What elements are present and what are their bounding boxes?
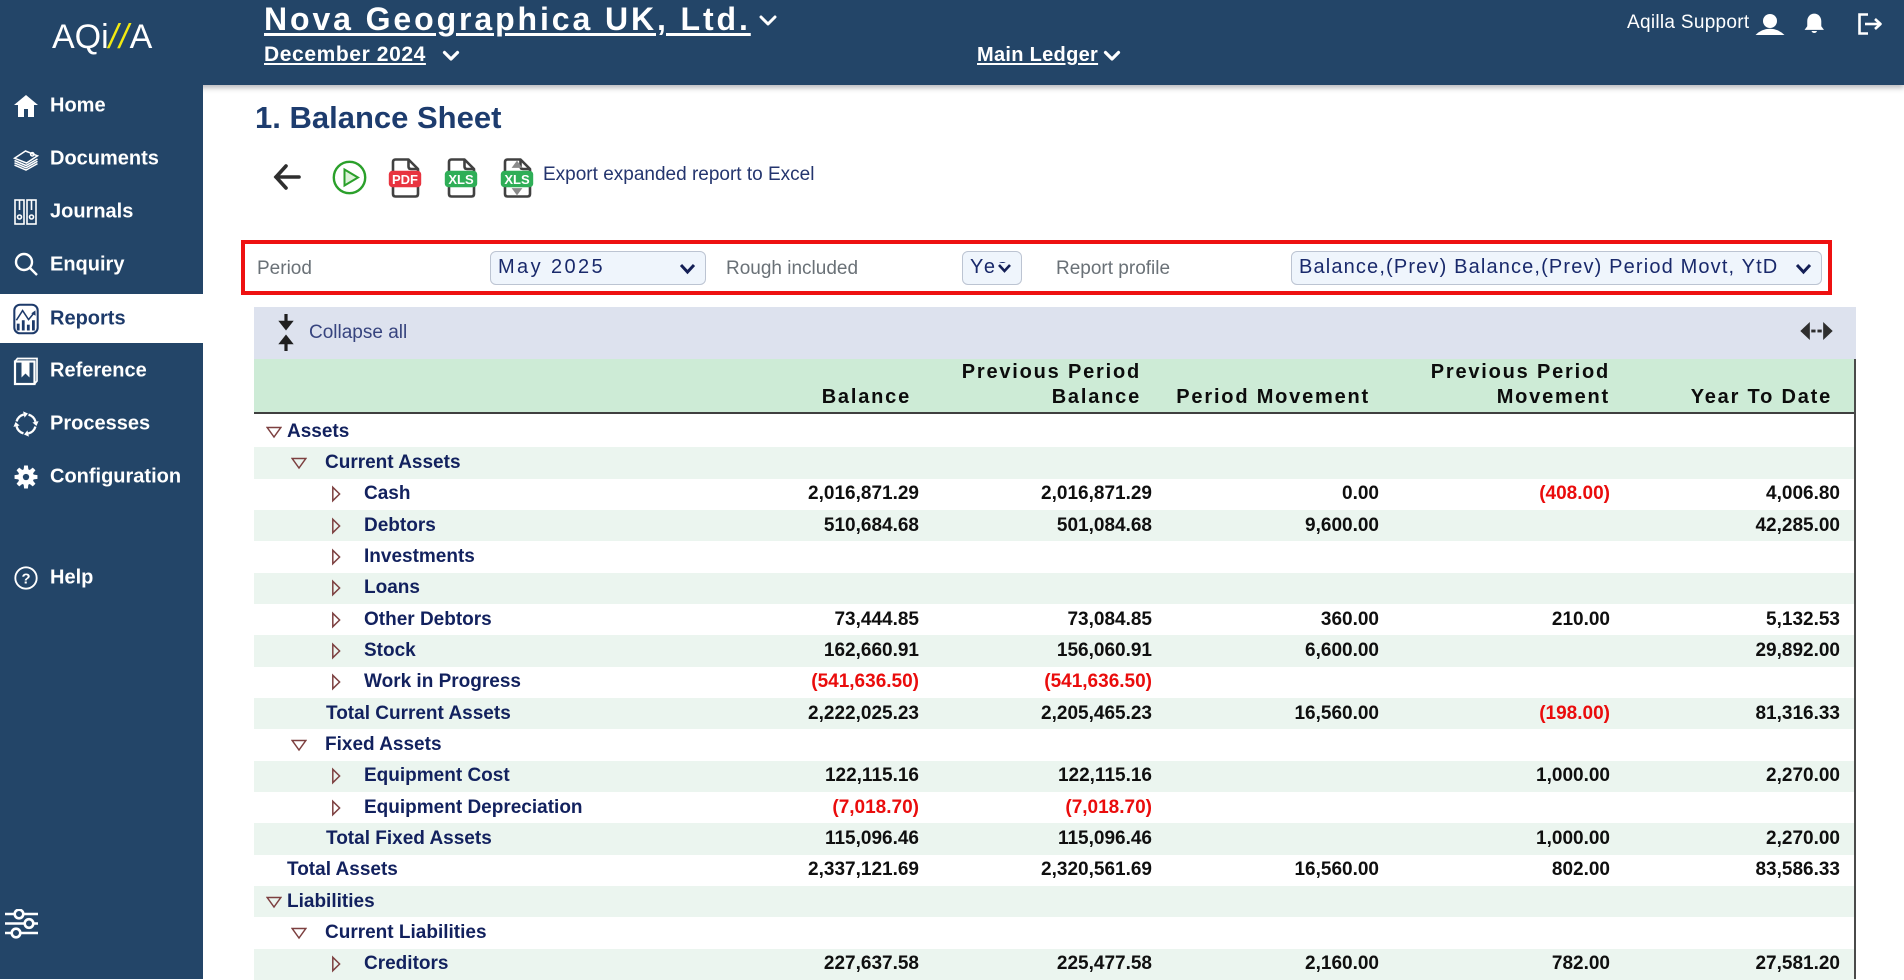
svg-text:XLS: XLS	[504, 172, 530, 187]
svg-text:PDF: PDF	[392, 172, 418, 187]
svg-text:XLS: XLS	[448, 172, 474, 187]
svg-text:?: ?	[21, 571, 30, 587]
